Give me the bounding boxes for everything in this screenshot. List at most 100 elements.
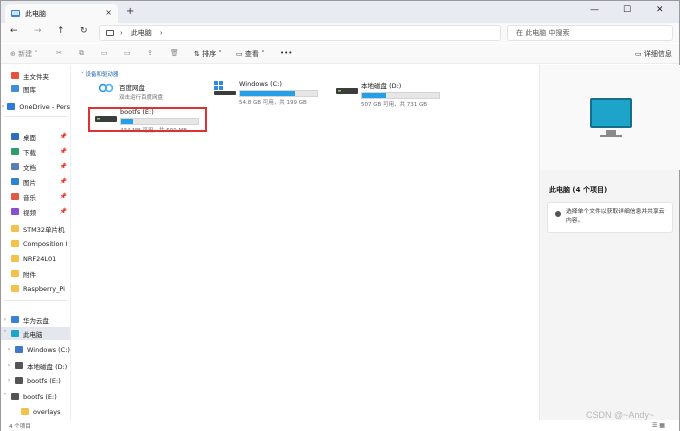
search-input[interactable]: 在 此电脑 中搜索 [507, 25, 673, 41]
sidebar-item[interactable]: ˅ bootfs (E:) [1, 390, 70, 403]
sidebar-item-icon [11, 240, 19, 247]
sidebar-item[interactable]: STM32单片机 [1, 222, 70, 235]
paste-button[interactable]: ▭ [101, 49, 108, 57]
copy-button[interactable]: ⧉ [79, 49, 84, 58]
sidebar-item-label: STM32单片机 [23, 225, 65, 234]
cut-button[interactable]: ✂ [56, 49, 62, 57]
status-bar: 4 个项目 ☰ ▦ [1, 420, 679, 431]
drive-info: 双击运行百度网盘 [119, 95, 164, 101]
address-row: ← → ↑ ↻ › 此电脑 › 在 此电脑 中搜索 [1, 23, 679, 43]
sidebar-item[interactable]: overlays [1, 405, 70, 418]
sidebar-item-label: bootfs (E:) [27, 376, 61, 385]
sidebar-item-icon [15, 362, 23, 369]
sidebar-item-label: 下载 [23, 148, 36, 157]
minimize-button[interactable]: — [590, 5, 599, 15]
sidebar-item[interactable]: Composition I [1, 237, 70, 250]
sidebar-item[interactable]: ˅ 此电脑 [1, 327, 70, 340]
sidebar-item[interactable]: Raspberry_Pi [1, 282, 70, 295]
sort-button[interactable]: ⇅ 排序 ˅ [194, 49, 222, 59]
pin-icon: 📌 [59, 208, 67, 215]
sidebar-item-label: overlays [33, 407, 61, 416]
view-button[interactable]: ▭ 查看 ˅ [236, 49, 265, 59]
sidebar-divider [5, 300, 67, 301]
sidebar-item-icon [15, 377, 23, 384]
forward-button[interactable]: → [34, 26, 42, 36]
more-options-button[interactable]: ••• [280, 49, 292, 57]
cloud-icon [98, 83, 114, 93]
info-icon [555, 211, 561, 217]
drive-info: 507 GB 可用，共 731 GB [361, 102, 428, 108]
address-bar[interactable]: › 此电脑 › [99, 25, 501, 41]
refresh-button[interactable]: ↻ [80, 26, 88, 36]
details-pane-button[interactable]: ▭ 详细信息 [635, 49, 672, 59]
sidebar-item[interactable]: › OneDrive - Pers [1, 100, 70, 113]
sidebar-item-icon [11, 85, 19, 92]
maximize-button[interactable]: ☐ [623, 5, 631, 15]
drive-windows-c[interactable]: Windows (C:) 54.8 GB 可用，共 199 GB [213, 80, 318, 106]
sidebar-item-label: 桌面 [23, 133, 36, 142]
back-button[interactable]: ← [10, 26, 18, 36]
sidebar-item[interactable]: 图库 [1, 82, 70, 95]
view-toggle-buttons[interactable]: ☰ ▦ [652, 422, 665, 429]
item-count: 4 个项目 [9, 424, 31, 430]
sidebar-item[interactable]: 主文件夹 [1, 69, 70, 82]
sidebar-item-icon [11, 163, 19, 170]
tab-this-pc[interactable]: 此电脑 × [5, 4, 118, 23]
chevron-icon[interactable]: › [5, 377, 13, 384]
drive-icon [335, 80, 361, 108]
close-window-button[interactable]: ✕ [656, 5, 664, 15]
chevron-icon[interactable]: › [5, 362, 13, 369]
sidebar-item[interactable]: 桌面 📌 [1, 130, 70, 143]
sidebar-item[interactable]: › 本地磁盘 (D:) [1, 359, 70, 372]
monitor-icon [590, 98, 632, 128]
sidebar-item-icon [11, 193, 19, 200]
sidebar-item[interactable]: NRF24L01 [1, 252, 70, 265]
chevron-icon[interactable]: ˅ [1, 330, 9, 337]
details-preview [540, 65, 680, 170]
tab-close-icon[interactable]: × [105, 8, 112, 17]
computer-icon [106, 30, 114, 36]
chevron-icon[interactable]: › [1, 316, 9, 323]
tab-bar: 此电脑 × + — ☐ ✕ [1, 1, 679, 23]
sidebar-item-icon [11, 72, 19, 79]
share-button[interactable]: ⇪ [147, 49, 153, 57]
sidebar-item-label: 音乐 [23, 193, 36, 202]
sidebar-item[interactable]: 音乐 📌 [1, 190, 70, 203]
drive-info: 54.8 GB 可用，共 199 GB [239, 100, 307, 106]
sidebar-item-icon [7, 103, 16, 110]
chevron-icon[interactable]: › [5, 346, 13, 353]
chevron-icon[interactable]: ˅ [1, 393, 9, 400]
highlight-annotation [88, 107, 207, 132]
sidebar-item-label: 图片 [23, 178, 36, 187]
breadcrumb-separator[interactable]: › [120, 29, 123, 37]
sidebar-item[interactable]: 图片 📌 [1, 175, 70, 188]
sidebar-item[interactable]: 文档 📌 [1, 160, 70, 173]
chevron-icon[interactable]: › [1, 103, 5, 110]
sidebar-item[interactable]: › Windows (C:) [1, 343, 70, 356]
sidebar-item[interactable]: 视频 📌 [1, 205, 70, 218]
sidebar-item-icon [11, 316, 19, 323]
rename-button[interactable]: ▭ [124, 49, 131, 57]
sidebar-item[interactable]: 下载 📌 [1, 145, 70, 158]
group-header-devices[interactable]: ˅ 设备和驱动器 [81, 70, 119, 78]
delete-button[interactable]: 🗑 [170, 49, 179, 57]
breadcrumb-separator[interactable]: › [160, 29, 163, 37]
new-tab-button[interactable]: + [126, 6, 134, 17]
drive-local-d[interactable]: 本地磁盘 (D:) 507 GB 可用，共 731 GB [335, 80, 440, 108]
navigation-pane: 主文件夹 图库 › OneDrive - Pers 桌面 📌 下载 📌 文档 📌 图片 📌 音乐 📌 视频 📌… [1, 65, 71, 421]
drive-baidu-netdisk[interactable]: 百度网盘 双击运行百度网盘 [98, 82, 163, 101]
new-button[interactable]: ⊕ 新建 ˅ [10, 49, 38, 59]
drive-name: 百度网盘 [119, 84, 145, 92]
up-button[interactable]: ↑ [57, 26, 65, 36]
sidebar-item-label: 视频 [23, 208, 36, 217]
sidebar-item-icon [11, 208, 19, 215]
computer-icon [11, 10, 20, 17]
sidebar-item[interactable]: 附件 [1, 267, 70, 280]
sidebar-item-label: 华为云盘 [23, 316, 49, 325]
breadcrumb-this-pc[interactable]: 此电脑 [131, 28, 152, 38]
sidebar-item-icon [11, 255, 19, 262]
sidebar-item[interactable]: › bootfs (E:) [1, 374, 70, 387]
sidebar-item[interactable]: › 华为云盘 [1, 313, 70, 326]
details-title: 此电脑 (4 个项目) [549, 186, 608, 194]
pin-icon: 📌 [59, 178, 67, 185]
